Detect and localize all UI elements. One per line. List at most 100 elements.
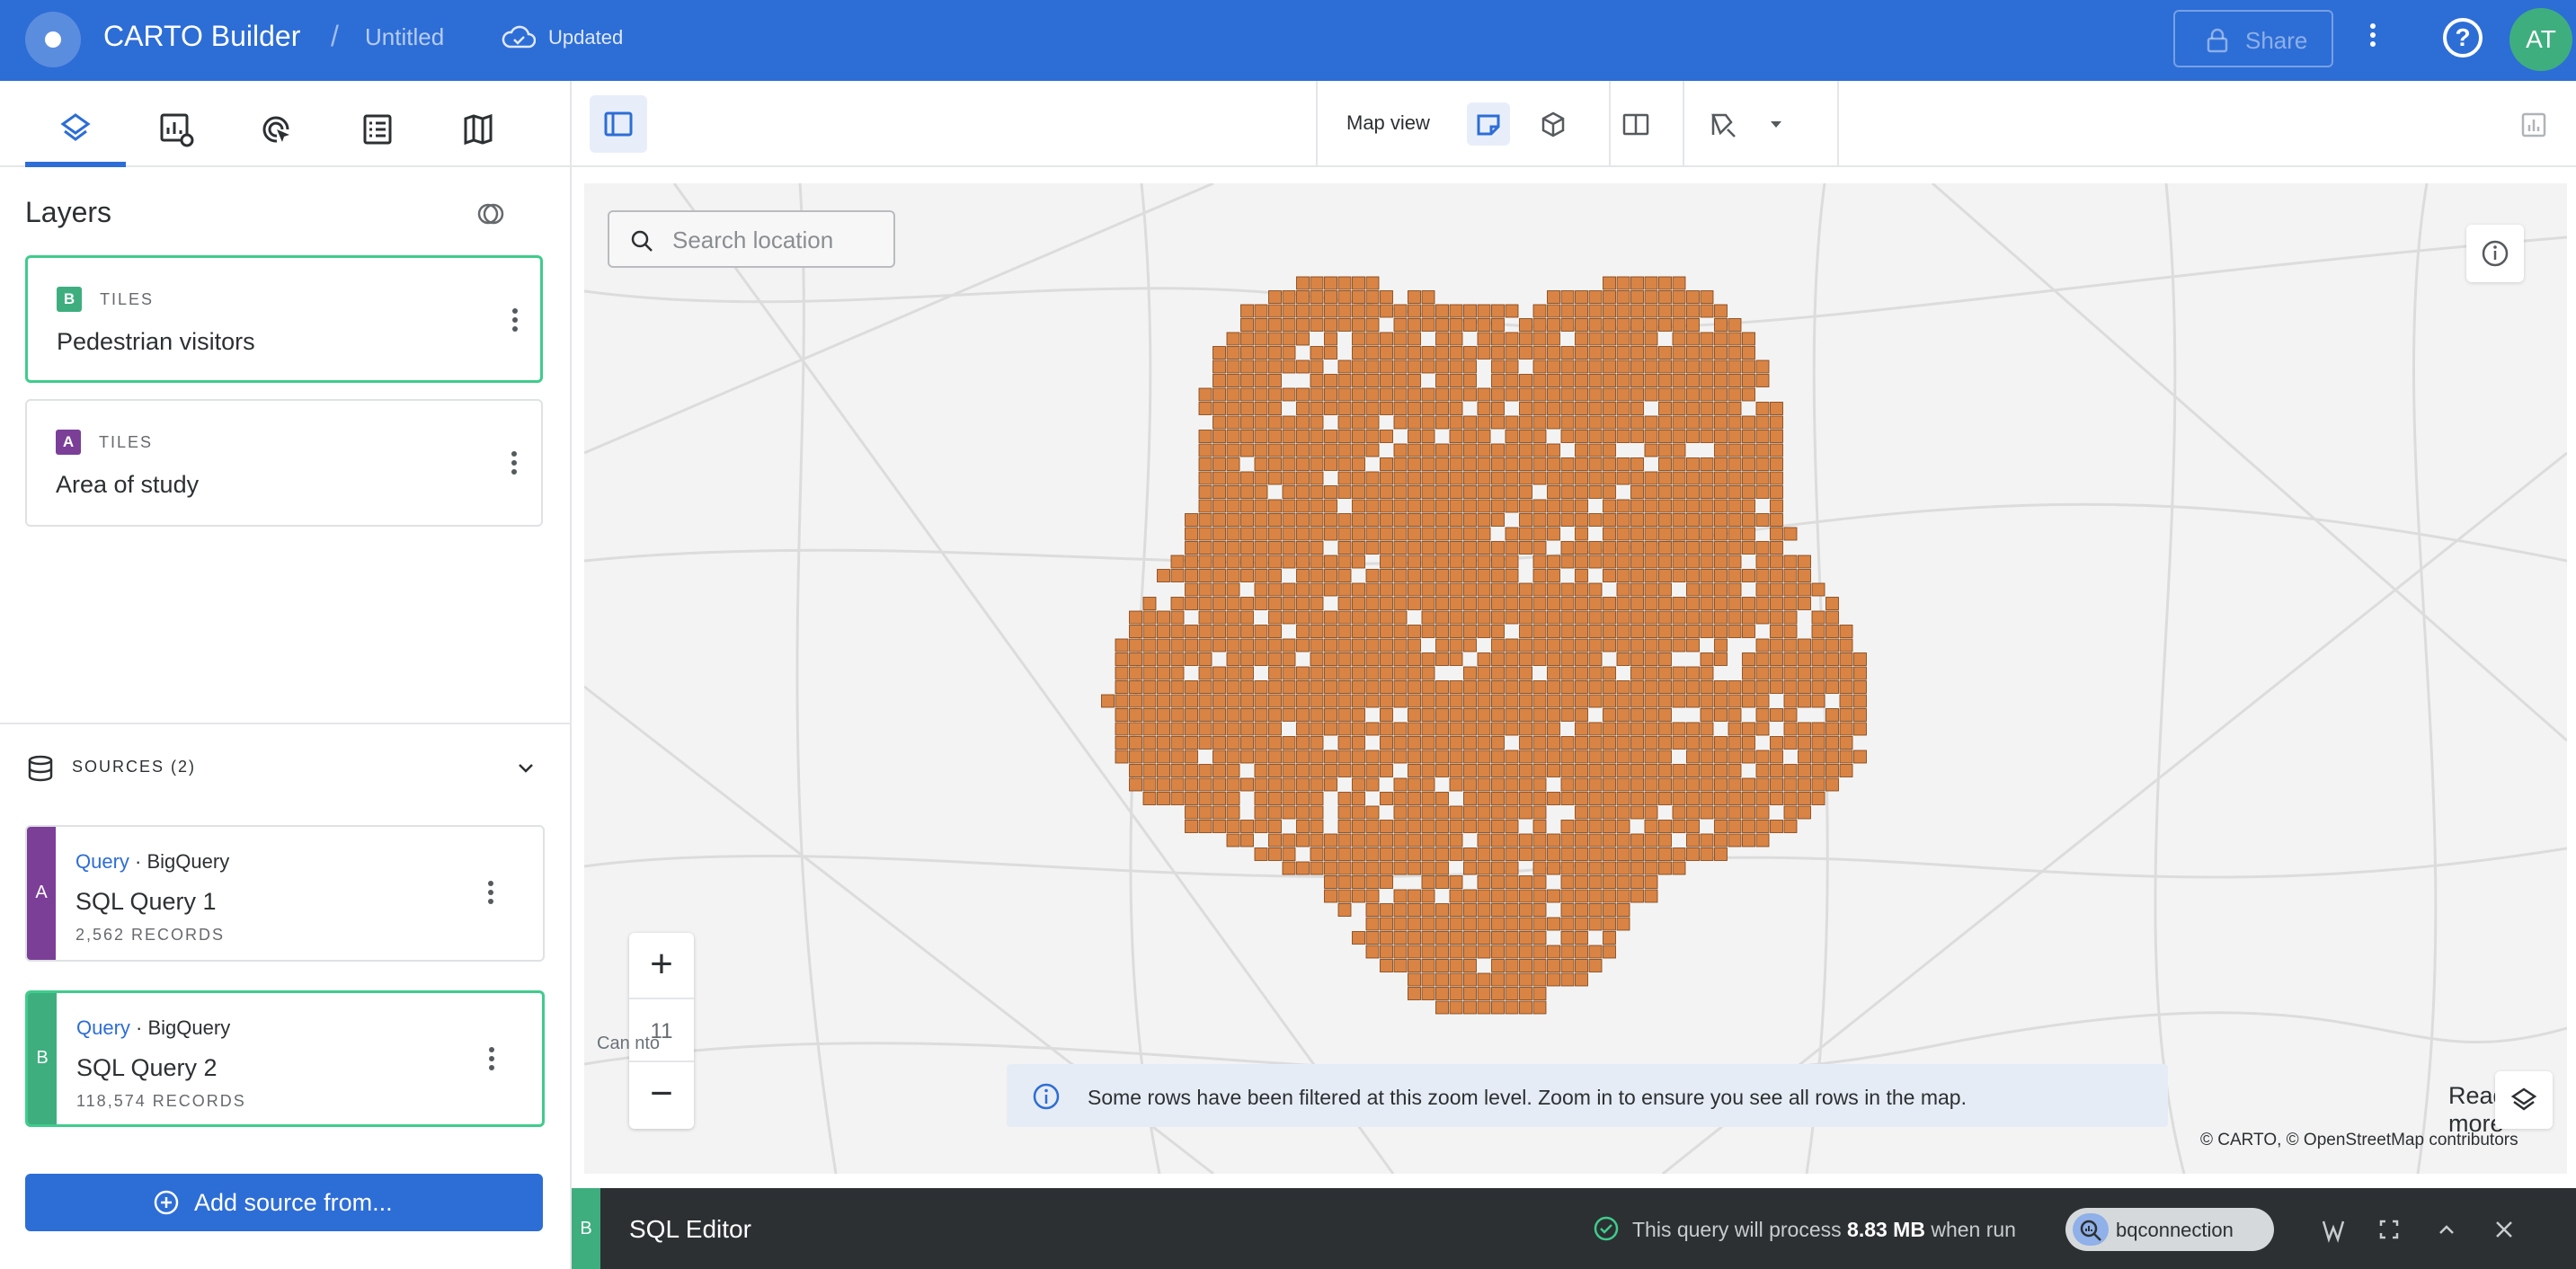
help-icon[interactable]: ? [2443,18,2483,58]
map-2d-icon [1477,114,1500,136]
close-icon[interactable] [2490,1215,2518,1244]
tab-layers[interactable] [25,104,126,167]
layer-menu-icon[interactable] [506,305,524,341]
legend-icon [363,114,392,145]
map-preview-icon[interactable] [2319,1215,2348,1244]
tab-basemaps[interactable] [453,104,503,155]
layer-type: TILES [100,290,155,308]
source-name: SQL Query 2 [76,1054,218,1081]
save-status: Updated [548,26,624,49]
source-records: 2,562 RECORDS [76,926,226,944]
source-strip: A [27,827,56,960]
layer-menu-icon[interactable] [505,448,523,484]
layers-title: Layers [25,196,112,228]
layer-badge: B [57,287,82,312]
share-button[interactable]: Share [2173,10,2333,67]
connection-chip[interactable]: bqconnection [2065,1208,2274,1251]
widgets-panel-icon[interactable] [2520,111,2547,138]
tab-legend[interactable] [352,104,403,155]
split-view-button[interactable] [1614,102,1657,146]
zoom-in-button[interactable]: + [629,933,694,998]
polygon-draw-icon [1711,113,1736,138]
map-place-label: Can nto [597,1034,661,1053]
split-view-icon [1622,113,1649,136]
carto-logo-icon[interactable] [25,12,81,67]
cube-icon [1541,111,1565,138]
search-icon [631,230,653,252]
sql-source-strip: B [572,1188,600,1269]
source-card[interactable]: A Query · BigQuery SQL Query 1 2,562 REC… [25,825,545,962]
left-panel: Layers B TILES Pedestrian visitors A TIL… [0,81,572,1269]
chevron-up-icon[interactable] [2432,1215,2461,1244]
sql-editor-bar[interactable]: B SQL Editor This query will process 8.8… [572,1188,2576,1269]
source-menu-icon[interactable] [482,877,500,913]
top-bar: CARTO Builder / Untitled Updated Share ?… [0,0,2576,81]
map-info-button[interactable] [2466,225,2524,282]
pedestrian-visitors-layer [1101,276,1867,1015]
zoom-control: + 11 − [629,933,694,1129]
user-avatar[interactable]: AT [2509,8,2572,71]
sources-label: SOURCES (2) [72,758,197,776]
draw-tool-dropdown[interactable] [1754,102,1798,146]
panel-tabs [0,81,572,167]
3d-view-button[interactable] [1532,102,1575,146]
tab-interactions[interactable] [252,104,302,155]
chevron-down-icon[interactable] [514,757,537,780]
info-icon [2482,240,2509,267]
add-source-label: Add source from... [194,1189,393,1216]
sidebar-icon [604,111,633,137]
layer-badge: A [56,430,81,455]
query-process-info: This query will process 8.83 MB when run [1632,1218,2016,1241]
layer-card[interactable]: B TILES Pedestrian visitors [25,255,543,383]
add-circle-icon [154,1190,179,1215]
cloud-icon [502,25,536,49]
panel-toggle-button[interactable] [590,95,647,153]
sql-editor-title: SQL Editor [629,1215,751,1243]
draw-tool-button[interactable] [1701,102,1744,146]
zoom-out-button[interactable]: − [629,1062,694,1127]
layer-visibility-icon[interactable] [475,198,507,230]
search-location-box[interactable] [608,210,895,268]
bigquery-icon [2073,1213,2109,1246]
map-toolbar: Map view [572,81,2576,167]
widgets-settings-icon [160,113,194,147]
lock-icon [2207,28,2228,53]
sources-divider [0,723,572,724]
source-card[interactable]: B Query · BigQuery SQL Query 2 118,574 R… [25,990,545,1127]
source-menu-icon[interactable] [483,1043,501,1079]
source-kind: Query · BigQuery [76,850,230,873]
layer-type: TILES [99,433,154,451]
layers-icon [60,113,91,141]
map-attribution: © CARTO, © OpenStreetMap contributors [2200,1131,2518,1149]
source-strip: B [28,993,57,1124]
basemap-layers-button[interactable] [2495,1071,2553,1129]
source-records: 118,574 RECORDS [76,1092,246,1110]
database-icon [28,755,53,782]
title-separator: / [331,20,339,52]
share-label: Share [2245,27,2308,54]
notice-text: Some rows have been filtered at this zoo… [1088,1086,1967,1109]
basemap-icon [464,113,493,146]
map-canvas[interactable]: + 11 − Can nto Some rows have been filte… [584,183,2567,1174]
caret-down-icon [1771,121,1781,128]
layers-icon [2510,1087,2537,1111]
more-options-icon[interactable] [2364,20,2382,56]
layer-card[interactable]: A TILES Area of study [25,399,543,527]
2d-view-button[interactable] [1467,102,1510,146]
add-source-button[interactable]: Add source from... [25,1174,543,1231]
interactions-icon [262,116,289,143]
connection-name: bqconnection [2116,1219,2234,1241]
check-circle-icon [1594,1216,1619,1241]
source-kind: Query · BigQuery [76,1016,231,1039]
layer-name: Pedestrian visitors [57,328,255,355]
layer-name: Area of study [56,471,200,498]
app-title: CARTO Builder [103,20,301,52]
filter-notice: Some rows have been filtered at this zoo… [1007,1064,2507,1137]
tab-widgets[interactable] [151,104,201,155]
source-name: SQL Query 1 [76,888,217,915]
map-view-label: Map view [1346,111,1430,134]
fullscreen-icon[interactable] [2375,1215,2403,1244]
map-title[interactable]: Untitled [365,23,444,51]
info-icon [1033,1083,1060,1110]
search-input[interactable] [672,225,879,255]
